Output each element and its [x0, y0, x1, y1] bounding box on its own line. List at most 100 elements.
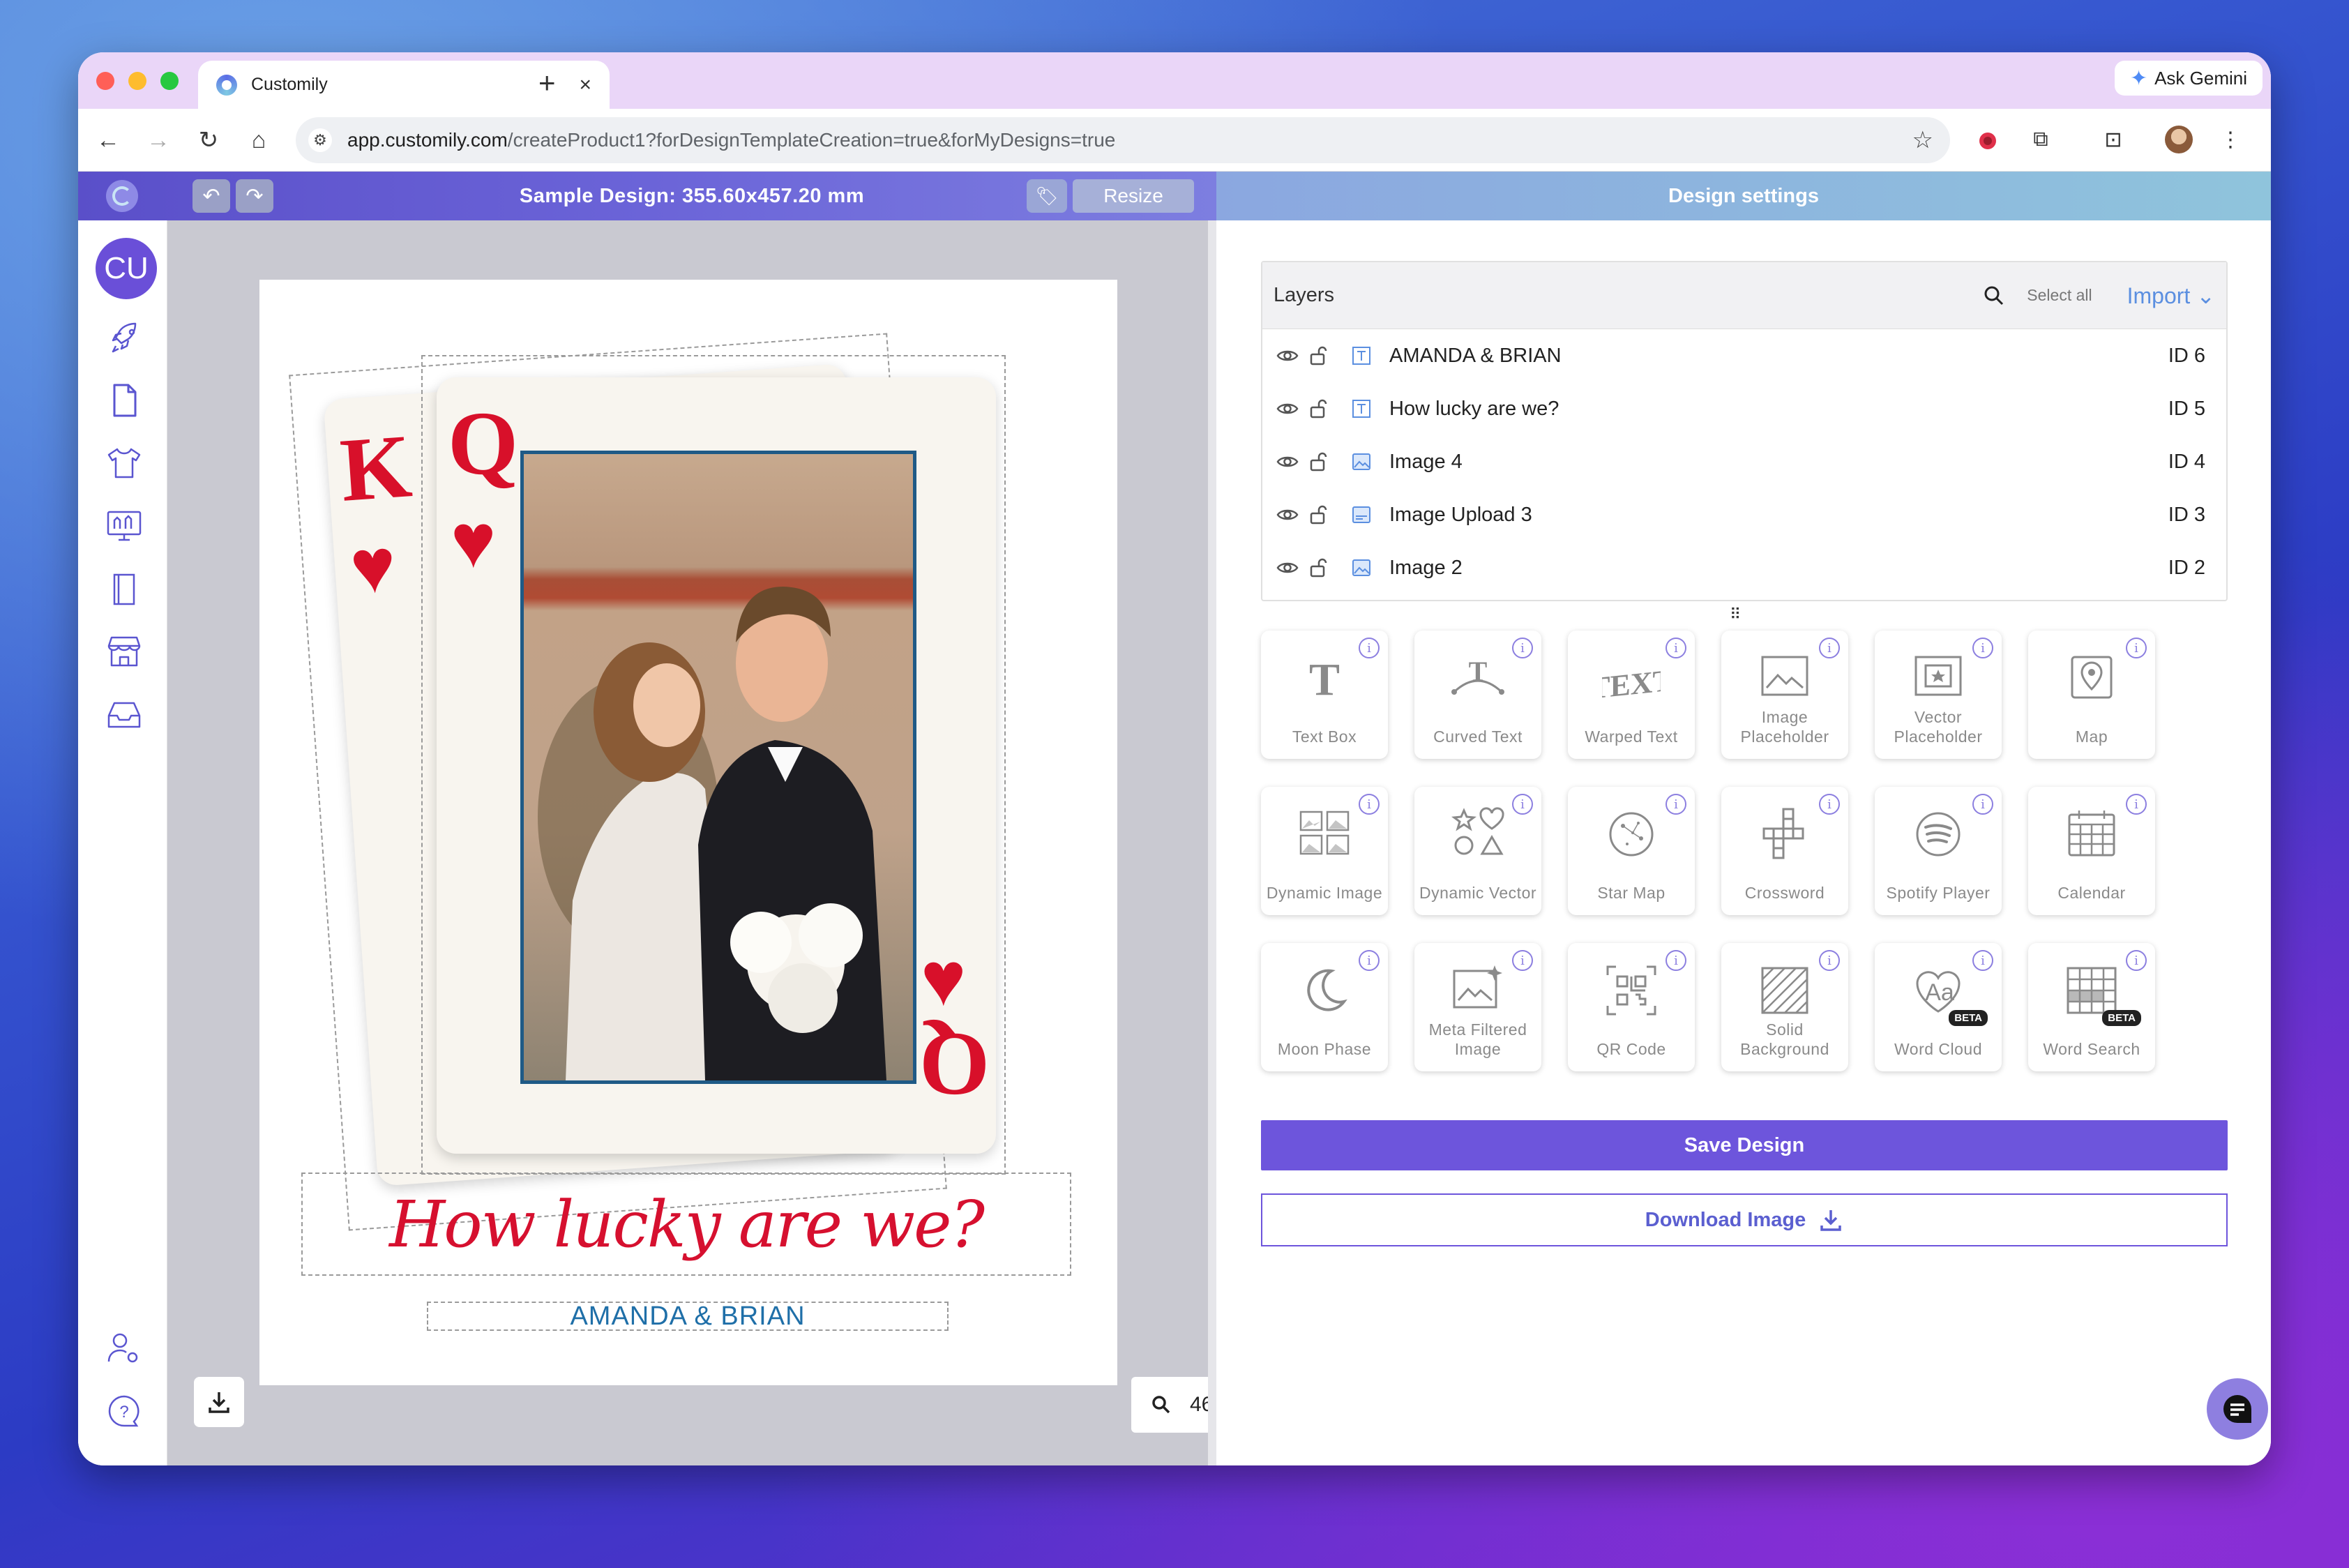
back-arrow-icon[interactable]: ←	[92, 124, 124, 156]
save-design-button[interactable]: Save Design	[1261, 1120, 2228, 1170]
info-icon[interactable]: i	[1819, 794, 1840, 815]
info-icon[interactable]: i	[1666, 638, 1686, 658]
tool-word-search[interactable]: i BETA Word Search	[2028, 943, 2155, 1071]
visibility-eye-icon[interactable]	[1272, 560, 1303, 575]
minimize-window-button[interactable]	[128, 72, 146, 90]
tool-spotify-player[interactable]: i Spotify Player	[1875, 787, 2002, 915]
customily-logo-icon[interactable]	[106, 180, 138, 212]
close-window-button[interactable]	[96, 72, 114, 90]
forward-arrow-icon[interactable]: →	[142, 124, 174, 156]
tool-qr-code[interactable]: i QR Code	[1568, 943, 1695, 1071]
maximize-window-button[interactable]	[160, 72, 179, 90]
panel-divider[interactable]	[1208, 220, 1216, 1465]
help-icon[interactable]: ?	[105, 1392, 144, 1431]
url-host: app.customily.com	[347, 129, 508, 151]
tab-search-icon[interactable]: ⊡	[2098, 124, 2129, 155]
chat-support-button[interactable]	[2207, 1378, 2268, 1440]
lock-open-icon[interactable]	[1303, 346, 1334, 365]
tool-vector-placeholder[interactable]: i Vector Placeholder	[1875, 631, 2002, 759]
info-icon[interactable]: i	[1512, 950, 1533, 971]
reload-icon[interactable]: ↻	[192, 124, 225, 156]
store-icon[interactable]	[105, 632, 144, 671]
browser-menu-icon[interactable]: ⋮	[2215, 124, 2246, 155]
info-icon[interactable]: i	[1972, 638, 1993, 658]
home-icon[interactable]: ⌂	[243, 124, 275, 156]
profile-avatar[interactable]	[2163, 124, 2194, 155]
info-icon[interactable]: i	[1819, 638, 1840, 658]
site-settings-icon[interactable]: ⚙	[308, 128, 332, 152]
bookmark-star-icon[interactable]: ☆	[1912, 126, 1933, 154]
tab-close-icon[interactable]: ×	[579, 73, 591, 97]
tool-calendar[interactable]: i Calendar	[2028, 787, 2155, 915]
chevron-down-icon: ⌄	[2196, 282, 2215, 308]
lock-open-icon[interactable]	[1303, 505, 1334, 525]
monitor-icon[interactable]	[105, 506, 144, 545]
tag-icon[interactable]: 🏷	[1027, 179, 1067, 213]
extension-raspberry-icon[interactable]	[1972, 124, 2003, 155]
layer-row[interactable]: Image 2 ID 2	[1262, 541, 2226, 594]
info-icon[interactable]: i	[1819, 950, 1840, 971]
tool-curved-text[interactable]: Ti Curved Text	[1414, 631, 1541, 759]
info-icon[interactable]: i	[2126, 950, 2147, 971]
info-icon[interactable]: i	[1666, 950, 1686, 971]
info-icon[interactable]: i	[1359, 794, 1380, 815]
undo-button[interactable]: ↶	[192, 179, 230, 213]
tool-word-cloud[interactable]: Aa i BETA Word Cloud	[1875, 943, 2002, 1071]
lock-open-icon[interactable]	[1303, 399, 1334, 419]
tool-moon-phase[interactable]: i Moon Phase	[1261, 943, 1388, 1071]
resize-grip-icon[interactable]: ⠿	[1730, 605, 1741, 624]
info-icon[interactable]: i	[1972, 794, 1993, 815]
tshirt-icon[interactable]	[105, 444, 144, 483]
rocket-icon[interactable]	[105, 318, 144, 357]
lock-open-icon[interactable]	[1303, 452, 1334, 472]
tool-solid-background[interactable]: i Solid Background	[1721, 943, 1848, 1071]
tool-star-map[interactable]: i Star Map	[1568, 787, 1695, 915]
inbox-icon[interactable]	[105, 695, 144, 734]
info-icon[interactable]: i	[1972, 950, 1993, 971]
tool-crossword[interactable]: i Crossword	[1721, 787, 1848, 915]
visibility-eye-icon[interactable]	[1272, 348, 1303, 363]
select-all-link[interactable]: Select all	[2027, 286, 2092, 305]
info-icon[interactable]: i	[1359, 638, 1380, 658]
layer-row[interactable]: Image 4 ID 4	[1262, 435, 2226, 488]
tool-dynamic-vector[interactable]: i Dynamic Vector	[1414, 787, 1541, 915]
visibility-eye-icon[interactable]	[1272, 401, 1303, 416]
info-icon[interactable]: i	[1666, 794, 1686, 815]
extensions-puzzle-icon[interactable]: ⧉	[2025, 124, 2056, 155]
import-dropdown[interactable]: Import ⌄	[2127, 282, 2215, 309]
design-canvas[interactable]: K ♥ Q ♥ ♥ Q How lucky are we? AMANDA & B…	[167, 220, 1271, 1465]
redo-button[interactable]: ↷	[236, 179, 273, 213]
layer-row[interactable]: How lucky are we? ID 5	[1262, 382, 2226, 435]
lock-open-icon[interactable]	[1303, 558, 1334, 578]
tool-text-box[interactable]: Ti Text Box	[1261, 631, 1388, 759]
info-icon[interactable]: i	[1359, 950, 1380, 971]
layer-row[interactable]: AMANDA & BRIAN ID 6	[1262, 329, 2226, 382]
layers-search-icon[interactable]	[1982, 284, 2006, 308]
tool-warped-text[interactable]: TEXT i Warped Text	[1568, 631, 1695, 759]
user-avatar[interactable]: CU	[96, 238, 157, 299]
info-icon[interactable]: i	[1512, 794, 1533, 815]
info-icon[interactable]: i	[2126, 794, 2147, 815]
visibility-eye-icon[interactable]	[1272, 454, 1303, 469]
tool-map[interactable]: i Map	[2028, 631, 2155, 759]
book-icon[interactable]	[105, 569, 144, 608]
layer-name: Image 4	[1389, 450, 1463, 473]
new-tab-button[interactable]: +	[538, 62, 556, 104]
download-canvas-button[interactable]	[194, 1377, 244, 1427]
resize-button[interactable]: Resize	[1073, 179, 1194, 213]
visibility-eye-icon[interactable]	[1272, 507, 1303, 522]
tool-meta-filtered-image[interactable]: i Meta Filtered Image	[1414, 943, 1541, 1071]
tool-image-placeholder[interactable]: i Image Placeholder	[1721, 631, 1848, 759]
layer-row[interactable]: Image Upload 3 ID 3	[1262, 488, 2226, 541]
tool-dynamic-image[interactable]: i Dynamic Image	[1261, 787, 1388, 915]
info-icon[interactable]: i	[2126, 638, 2147, 658]
names-text[interactable]: AMANDA & BRIAN	[427, 1302, 949, 1331]
ask-gemini-button[interactable]: ✦ Ask Gemini	[2114, 61, 2263, 96]
user-settings-icon[interactable]	[105, 1329, 144, 1369]
url-text[interactable]: app.customily.com/createProduct1?forDesi…	[347, 129, 1912, 151]
tagline-text[interactable]: How lucky are we?	[301, 1173, 1071, 1276]
document-icon[interactable]	[105, 381, 144, 420]
address-bar[interactable]: ⚙ app.customily.com/createProduct1?forDe…	[296, 117, 1950, 163]
download-image-button[interactable]: Download Image	[1261, 1193, 2228, 1246]
info-icon[interactable]: i	[1512, 638, 1533, 658]
